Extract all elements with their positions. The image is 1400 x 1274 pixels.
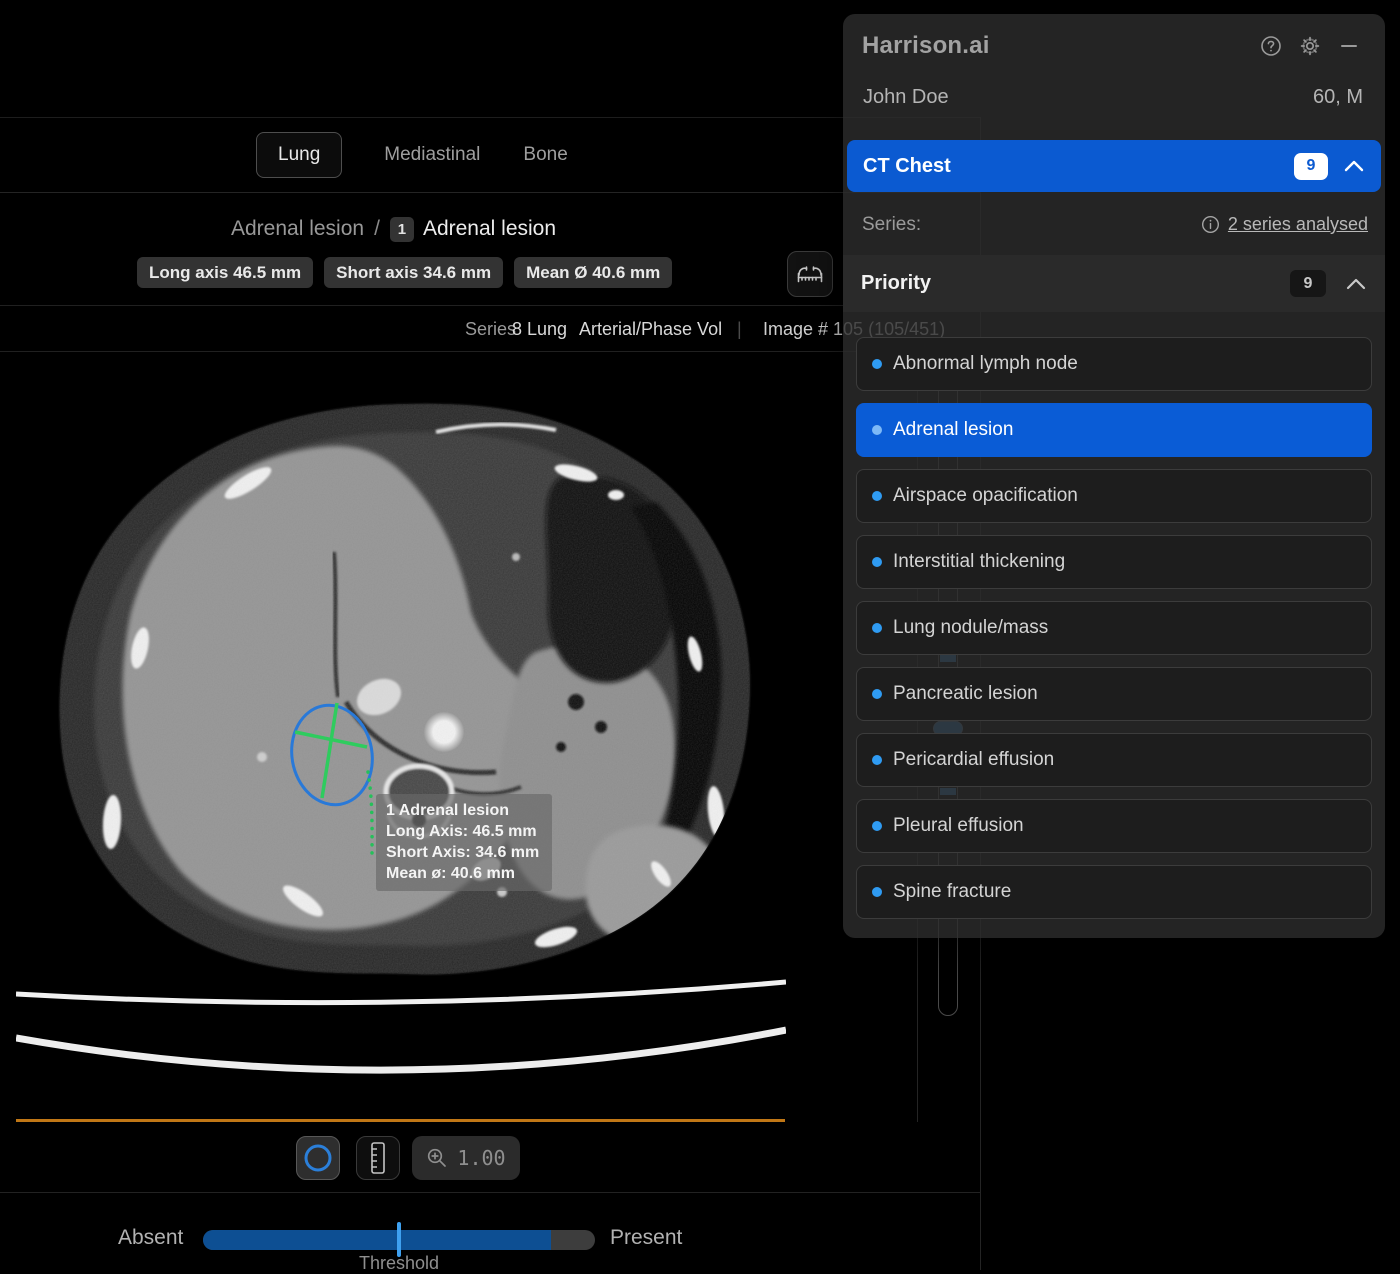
breadcrumb: Adrenal lesion / 1 Adrenal lesion (231, 212, 556, 246)
minimize-button[interactable] (1338, 35, 1360, 57)
finding-dot-icon (872, 425, 882, 435)
info-icon (1201, 215, 1220, 234)
series-detail: Arterial/Phase Vol (579, 319, 722, 340)
finding-dot-icon (872, 491, 882, 501)
priority-header[interactable]: Priority 9 (843, 255, 1385, 312)
long-axis-chip: Long axis 46.5 mm (137, 257, 313, 288)
study-finding-count-badge: 9 (1294, 153, 1328, 180)
ct-axial-image[interactable]: 1 Adrenal lesion Long Axis: 46.5 mm Shor… (16, 352, 786, 1122)
tooltip-short-axis: Short Axis: 34.6 mm (386, 842, 542, 863)
priority-count-badge: 9 (1290, 270, 1326, 297)
finding-label: Airspace opacification (893, 485, 1078, 507)
finding-label: Spine fracture (893, 881, 1011, 903)
finding-label: Lung nodule/mass (893, 617, 1048, 639)
tooltip-long-axis: Long Axis: 46.5 mm (386, 821, 542, 842)
finding-label: Pleural effusion (893, 815, 1024, 837)
finding-dot-icon (872, 623, 882, 633)
finding-item-airspace-opacification[interactable]: Airspace opacification (856, 469, 1372, 523)
finding-label: Abnormal lymph node (893, 353, 1078, 375)
help-button[interactable] (1260, 35, 1282, 57)
study-header[interactable]: CT Chest 9 (847, 140, 1381, 192)
finding-dot-icon (872, 821, 882, 831)
finding-label: Pancreatic lesion (893, 683, 1038, 705)
chevron-up-icon[interactable] (1344, 160, 1364, 172)
threshold-slider-thumb[interactable] (397, 1222, 401, 1257)
ellipse-icon (302, 1142, 334, 1174)
series-info-bar: Series 8 Lung Arterial/Phase Vol | Image… (0, 305, 980, 352)
finding-dot-icon (872, 359, 882, 369)
viewer-toolbar: 1.00 (0, 1122, 980, 1193)
tooltip-title: 1 Adrenal lesion (386, 800, 542, 821)
series-label: Series (465, 319, 516, 340)
finding-item-abnormal-lymph-node[interactable]: Abnormal lymph node (856, 337, 1372, 391)
threshold-absent-label: Absent (118, 1226, 183, 1250)
finding-item-pleural-effusion[interactable]: Pleural effusion (856, 799, 1372, 853)
finding-dot-icon (872, 557, 882, 567)
finding-item-spine-fracture[interactable]: Spine fracture (856, 865, 1372, 919)
tab-lung[interactable]: Lung (256, 132, 342, 178)
tab-bone[interactable]: Bone (523, 144, 567, 166)
ruler-icon (364, 1141, 392, 1175)
zoom-level-control[interactable]: 1.00 (412, 1136, 520, 1180)
measurement-tooltip: 1 Adrenal lesion Long Axis: 46.5 mm Shor… (376, 794, 552, 891)
finding-item-adrenal-lesion[interactable]: Adrenal lesion (856, 403, 1372, 457)
assistant-panel: Harrison.ai John Doe 60, M CT Chest 9 Se… (843, 14, 1385, 938)
finding-dot-icon (872, 755, 882, 765)
series-value: 8 Lung (512, 319, 567, 340)
finding-item-interstitial-thickening[interactable]: Interstitial thickening (856, 535, 1372, 589)
finding-label: Pericardial effusion (893, 749, 1054, 771)
finding-dot-icon (872, 887, 882, 897)
breadcrumb-parent[interactable]: Adrenal lesion (231, 217, 364, 241)
short-axis-chip: Short axis 34.6 mm (324, 257, 503, 288)
threshold-present-label: Present (610, 1226, 682, 1250)
dicom-viewer-window: Lung Mediastinal Bone Adrenal lesion / 1… (0, 0, 980, 1270)
series-bar-divider: | (737, 319, 742, 340)
finding-label: Adrenal lesion (893, 419, 1013, 441)
settings-button[interactable] (1299, 35, 1321, 57)
study-title: CT Chest (863, 155, 951, 178)
chevron-up-icon[interactable] (1346, 278, 1366, 290)
finding-label: Interstitial thickening (893, 551, 1065, 573)
brand-logo: Harrison.ai (862, 32, 990, 60)
finding-item-pancreatic-lesion[interactable]: Pancreatic lesion (856, 667, 1372, 721)
patient-demographics: 60, M (1313, 86, 1363, 109)
ruler-tool-button[interactable] (356, 1136, 400, 1180)
series-analysed-link[interactable]: 2 series analysed (1228, 214, 1368, 235)
tab-mediastinal[interactable]: Mediastinal (384, 144, 480, 166)
finding-item-lung-nodule-mass[interactable]: Lung nodule/mass (856, 601, 1372, 655)
magnifier-plus-icon (426, 1147, 448, 1169)
finding-index-badge: 1 (390, 217, 414, 242)
series-summary-row: Series: 2 series analysed (843, 200, 1385, 252)
patient-row: John Doe 60, M (843, 86, 1385, 114)
confidence-fill (203, 1230, 551, 1250)
caliper-ruler-icon (795, 259, 825, 289)
breadcrumb-separator: / (374, 217, 380, 241)
measurement-chips: Long axis 46.5 mm Short axis 34.6 mm Mea… (137, 257, 672, 288)
mean-diameter-chip: Mean Ø 40.6 mm (514, 257, 672, 288)
tooltip-mean-diameter: Mean ø: 40.6 mm (386, 863, 542, 884)
view-preset-tabs: Lung Mediastinal Bone (0, 117, 980, 193)
finding-dot-icon (872, 689, 882, 699)
zoom-level-value: 1.00 (457, 1146, 505, 1170)
priority-title: Priority (861, 272, 931, 295)
measurement-tools-button[interactable] (787, 251, 833, 297)
breadcrumb-current: Adrenal lesion (423, 217, 556, 241)
ellipse-tool-button[interactable] (296, 1136, 340, 1180)
series-summary-label: Series: (862, 214, 921, 236)
threshold-caption: Threshold (359, 1253, 439, 1274)
patient-name: John Doe (863, 86, 949, 109)
finding-item-pericardial-effusion[interactable]: Pericardial effusion (856, 733, 1372, 787)
